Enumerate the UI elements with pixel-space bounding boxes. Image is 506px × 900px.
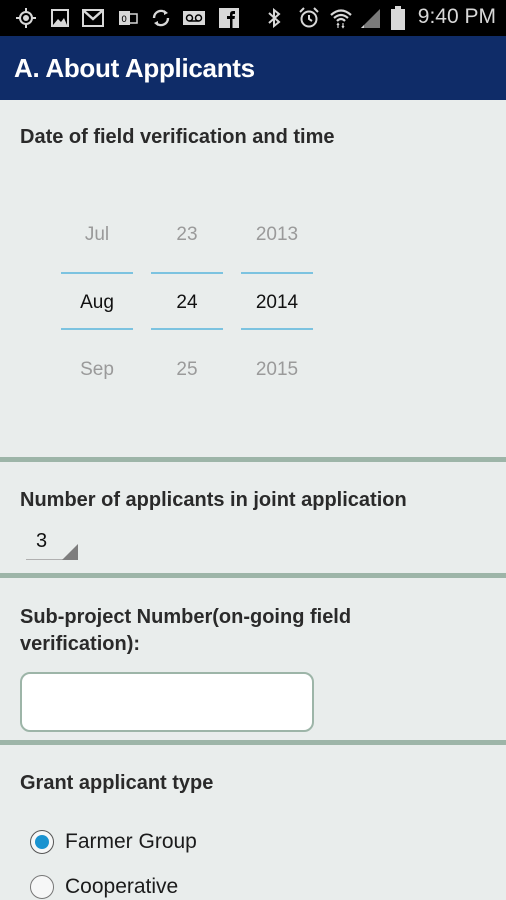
battery-icon	[388, 6, 408, 30]
subproject-number-input[interactable]	[20, 672, 314, 732]
day-picker[interactable]: 23 24 25	[151, 210, 223, 400]
month-divider-bottom	[61, 328, 133, 330]
subproject-label-line2: verification):	[20, 633, 141, 655]
day-next[interactable]: 25	[151, 359, 223, 381]
year-prev[interactable]: 2013	[241, 224, 313, 246]
date-field-label: Date of field verification and time	[20, 126, 335, 148]
svg-text:0: 0	[121, 15, 127, 25]
applicants-count-label: Number of applicants in joint applicatio…	[20, 489, 407, 511]
status-bar: 0 9:40 PM	[0, 0, 506, 36]
month-divider-top	[61, 272, 133, 274]
day-selected[interactable]: 24	[151, 292, 223, 314]
month-selected[interactable]: Aug	[61, 292, 133, 314]
voicemail-icon	[182, 6, 206, 30]
year-next[interactable]: 2015	[241, 359, 313, 381]
bluetooth-icon	[265, 6, 283, 30]
outlook-icon: 0	[117, 6, 139, 30]
facebook-icon	[218, 6, 240, 30]
section-divider	[0, 740, 506, 745]
month-next[interactable]: Sep	[61, 359, 133, 381]
section-divider	[0, 457, 506, 462]
dropdown-triangle-icon	[62, 544, 78, 560]
spinner-value: 3	[36, 530, 48, 552]
location-icon	[14, 6, 38, 30]
section-divider	[0, 573, 506, 578]
signal-icon	[358, 6, 382, 30]
year-selected[interactable]: 2014	[241, 292, 313, 314]
year-picker[interactable]: 2013 2014 2015	[241, 210, 313, 400]
image-icon	[50, 6, 70, 30]
subproject-number-label: Sub-project Number(on-going field verifi…	[20, 604, 351, 658]
sync-icon	[149, 6, 173, 30]
year-divider-bottom	[241, 328, 313, 330]
app-bar: A. About Applicants	[0, 36, 506, 100]
page-title: A. About Applicants	[14, 53, 255, 83]
day-prev[interactable]: 23	[151, 224, 223, 246]
gmail-icon	[81, 6, 105, 30]
radio-label: Farmer Group	[65, 830, 197, 853]
radio-label: Cooperative	[65, 875, 179, 898]
year-divider-top	[241, 272, 313, 274]
day-divider-top	[151, 272, 223, 274]
radio-option-farmer-group[interactable]: Farmer Group	[30, 827, 197, 857]
radio-button-checked[interactable]	[30, 830, 54, 854]
clock-time: 9:40 PM	[417, 5, 496, 28]
wifi-icon	[329, 6, 353, 30]
radio-button-unchecked[interactable]	[30, 875, 54, 899]
applicants-count-spinner[interactable]: 3	[26, 526, 78, 562]
day-divider-bottom	[151, 328, 223, 330]
month-prev[interactable]: Jul	[61, 224, 133, 246]
subproject-label-line1: Sub-project Number(on-going field	[20, 606, 352, 628]
grant-type-label: Grant applicant type	[20, 772, 214, 794]
alarm-icon	[297, 6, 321, 30]
radio-option-cooperative[interactable]: Cooperative	[30, 872, 178, 900]
month-picker[interactable]: Jul Aug Sep	[61, 210, 133, 400]
